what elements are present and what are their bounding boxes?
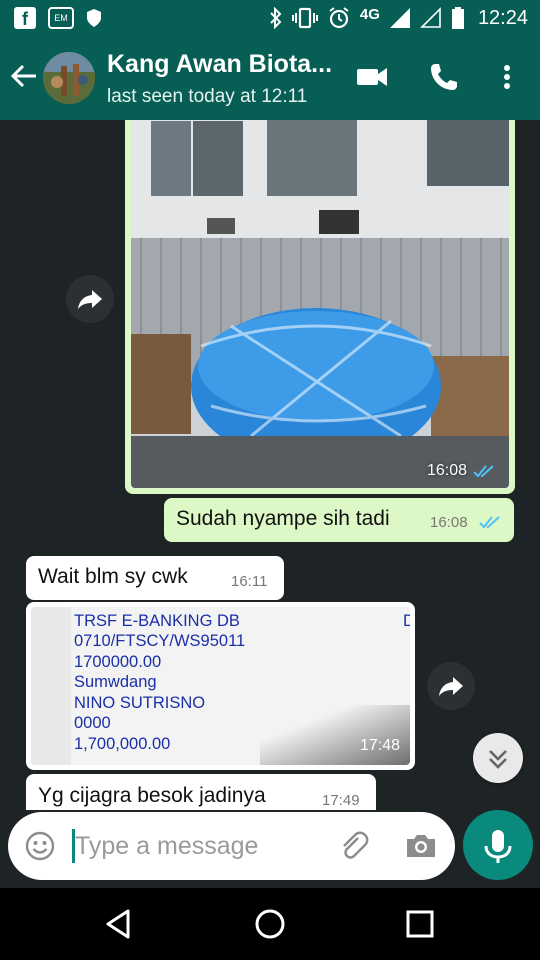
back-arrow-icon[interactable] [10, 62, 38, 90]
doc-line: 0000 [74, 714, 111, 732]
message-text: Yg cijagra besok jadinya [38, 784, 266, 807]
image-overlay-gradient [260, 705, 410, 765]
nav-recents-icon[interactable] [402, 906, 438, 942]
incoming-image-message[interactable]: TRSF E-BANKING DB 0710/FTSCY/WS95011 170… [26, 602, 415, 770]
photo-content [131, 120, 509, 488]
doc-edge-mark: D [403, 612, 410, 630]
android-navigation-bar [0, 888, 540, 960]
scroll-to-bottom-button[interactable] [473, 733, 523, 783]
message-timestamp: 17:48 [359, 737, 400, 754]
doc-line: 1,700,000.00 [74, 735, 171, 753]
chat-area[interactable]: 16:08 Sudah nyampe sih tadi 16:08 Wait b… [0, 120, 540, 810]
outgoing-image-message[interactable]: 16:08 [125, 120, 515, 494]
app-notification-icon: EM [48, 7, 74, 29]
message-timestamp: 16:11 [231, 573, 268, 590]
video-call-icon[interactable] [355, 60, 389, 94]
alarm-icon [329, 7, 349, 29]
forward-button[interactable] [66, 275, 114, 323]
shield-icon [87, 9, 101, 27]
phone-icon[interactable] [427, 60, 461, 94]
mic-icon [484, 830, 512, 863]
nav-home-icon[interactable] [252, 906, 288, 942]
vibrate-icon [291, 7, 318, 29]
read-ticks-icon [473, 465, 494, 478]
chat-header: Kang Awan Biota... last seen today at 12… [0, 36, 540, 120]
message-timestamp: 16:08 [427, 462, 495, 480]
camera-icon[interactable] [404, 830, 438, 862]
message-text: Wait blm sy cwk [38, 565, 188, 588]
incoming-text-message[interactable]: Yg cijagra besok jadinya 17:49 [26, 774, 376, 810]
share-icon [78, 290, 102, 309]
read-ticks-icon [479, 516, 500, 529]
message-timestamp: 17:49 [322, 792, 360, 809]
message-composer [8, 812, 455, 880]
bluetooth-icon [270, 7, 282, 29]
avatar[interactable] [43, 52, 95, 104]
time-text: 16:08 [426, 462, 467, 479]
outgoing-text-message[interactable]: Sudah nyampe sih tadi 16:08 [164, 498, 514, 542]
last-seen-status: last seen today at 12:11 [107, 86, 308, 107]
signal-empty-icon [420, 7, 441, 28]
network-type: 4G [359, 5, 380, 23]
bank-transfer-receipt-photo[interactable]: TRSF E-BANKING DB 0710/FTSCY/WS95011 170… [31, 607, 410, 765]
doc-line: TRSF E-BANKING DB [74, 612, 240, 630]
incoming-text-message[interactable]: Wait blm sy cwk 16:11 [26, 556, 284, 600]
doc-line: Sumwdang [74, 673, 157, 691]
doc-line: NINO SUTRISNO [74, 694, 206, 712]
forward-button[interactable] [427, 662, 475, 710]
double-chevron-down-icon [489, 750, 507, 769]
message-input[interactable] [75, 830, 315, 862]
status-bar: f EM 4G 12:24 [0, 0, 540, 36]
voice-message-button[interactable] [463, 810, 533, 880]
doc-line: 0710/FTSCY/WS95011 [74, 632, 246, 650]
signal-icon [389, 8, 410, 28]
nav-back-icon[interactable] [100, 906, 136, 942]
more-vert-icon[interactable] [490, 60, 524, 94]
paperclip-icon[interactable] [338, 830, 370, 862]
clock: 12:24 [477, 6, 528, 29]
battery-icon [451, 7, 464, 29]
photo-septic-tank[interactable]: 16:08 [131, 120, 509, 488]
doc-line: 1700000.00 [74, 653, 162, 671]
contact-name[interactable]: Kang Awan Biota... [107, 50, 332, 79]
message-text: Sudah nyampe sih tadi [176, 507, 390, 530]
share-icon [439, 677, 463, 696]
message-timestamp: 16:08 [430, 514, 468, 531]
facebook-notification-icon: f [14, 7, 36, 29]
emoji-icon[interactable] [24, 830, 56, 862]
